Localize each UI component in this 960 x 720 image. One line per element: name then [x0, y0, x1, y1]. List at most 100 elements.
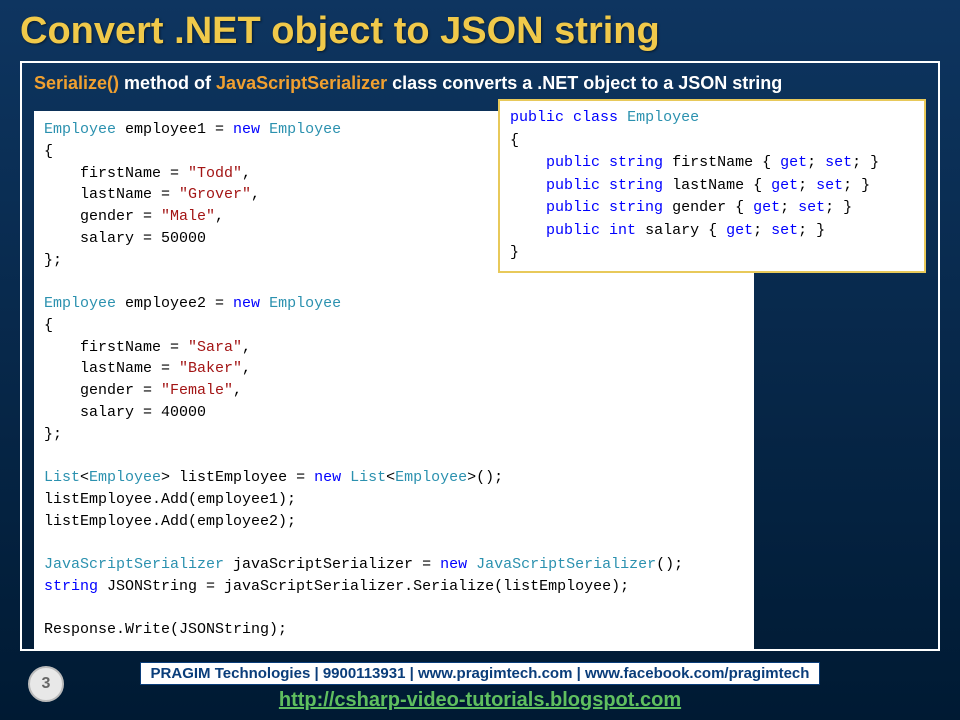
- code-token: set: [798, 199, 825, 216]
- code-token: Employee: [269, 121, 341, 138]
- code-token: "Male": [161, 208, 215, 225]
- code-token: salary = 40000: [44, 404, 206, 421]
- code-token: listEmployee.Add(employee1);: [44, 491, 296, 508]
- subtitle-seg1: Serialize(): [34, 73, 119, 93]
- code-token: ,: [242, 339, 251, 356]
- code-token: public: [546, 199, 600, 216]
- code-token: [600, 177, 609, 194]
- code-token: ,: [242, 165, 251, 182]
- code-token: string: [609, 199, 663, 216]
- code-token: [600, 222, 609, 239]
- code-token: public: [510, 109, 564, 126]
- code-token: [467, 556, 476, 573]
- footer-link[interactable]: http://csharp-video-tutorials.blogspot.c…: [279, 689, 681, 711]
- code-token: "Todd": [188, 165, 242, 182]
- code-token: Employee: [44, 121, 116, 138]
- subtitle-seg4: class converts a .NET object to a JSON s…: [387, 73, 782, 93]
- code-token: string: [609, 177, 663, 194]
- subtitle: Serialize() method of JavaScriptSerializ…: [34, 73, 926, 94]
- subtitle-seg3: JavaScriptSerializer: [216, 73, 387, 93]
- code-token: };: [44, 252, 62, 269]
- code-token: string: [609, 154, 663, 171]
- code-token: lastName =: [44, 186, 179, 203]
- subtitle-seg2: method of: [119, 73, 216, 93]
- code-token: JSONString = javaScriptSerializer.Serial…: [98, 578, 629, 595]
- code-token: Employee: [395, 469, 467, 486]
- code-token: ,: [242, 360, 251, 377]
- code-token: [341, 469, 350, 486]
- code-token: listEmployee.Add(employee2);: [44, 513, 296, 530]
- code-token: {: [44, 317, 53, 334]
- code-token: "Grover": [179, 186, 251, 203]
- code-block-class: public class Employee { public string fi…: [498, 99, 926, 273]
- code-token: set: [825, 154, 852, 171]
- code-token: ;: [798, 177, 816, 194]
- code-token: [510, 222, 546, 239]
- code-token: lastName =: [44, 360, 179, 377]
- code-token: JavaScriptSerializer: [44, 556, 224, 573]
- code-token: get: [771, 177, 798, 194]
- code-token: [618, 109, 627, 126]
- code-token: javaScriptSerializer =: [224, 556, 440, 573]
- code-token: <: [386, 469, 395, 486]
- code-token: new: [233, 295, 260, 312]
- code-token: get: [726, 222, 753, 239]
- code-token: Employee: [89, 469, 161, 486]
- code-token: get: [753, 199, 780, 216]
- code-token: public: [546, 222, 600, 239]
- code-token: [510, 177, 546, 194]
- code-token: ;: [807, 154, 825, 171]
- code-token: lastName {: [663, 177, 771, 194]
- code-token: ; }: [843, 177, 870, 194]
- code-token: set: [816, 177, 843, 194]
- code-token: Employee: [44, 295, 116, 312]
- footer-info: PRAGIM Technologies | 9900113931 | www.p…: [140, 662, 821, 685]
- code-token: [260, 121, 269, 138]
- code-token: employee1 =: [116, 121, 233, 138]
- code-token: firstName =: [44, 339, 188, 356]
- code-token: firstName =: [44, 165, 188, 182]
- code-token: List: [44, 469, 80, 486]
- code-token: [510, 199, 546, 216]
- code-token: int: [609, 222, 636, 239]
- code-token: salary {: [636, 222, 726, 239]
- code-token: new: [440, 556, 467, 573]
- code-token: firstName {: [663, 154, 780, 171]
- code-token: ; }: [852, 154, 879, 171]
- code-token: ; }: [825, 199, 852, 216]
- footer: PRAGIM Technologies | 9900113931 | www.p…: [0, 662, 960, 712]
- code-token: {: [510, 132, 519, 149]
- code-token: };: [44, 426, 62, 443]
- code-token: "Sara": [188, 339, 242, 356]
- code-token: Employee: [269, 295, 341, 312]
- code-token: ,: [233, 382, 242, 399]
- code-token: class: [573, 109, 618, 126]
- code-token: new: [233, 121, 260, 138]
- code-token: Response.Write(JSONString);: [44, 621, 287, 638]
- code-token: ();: [656, 556, 683, 573]
- code-token: public: [546, 177, 600, 194]
- code-token: ,: [215, 208, 224, 225]
- code-token: List: [350, 469, 386, 486]
- code-token: gender =: [44, 208, 161, 225]
- code-token: employee2 =: [116, 295, 233, 312]
- code-token: ,: [251, 186, 260, 203]
- code-token: Employee: [627, 109, 699, 126]
- code-token: gender {: [663, 199, 753, 216]
- code-token: gender =: [44, 382, 161, 399]
- content-box: Serialize() method of JavaScriptSerializ…: [20, 61, 940, 651]
- code-token: [510, 154, 546, 171]
- code-token: > listEmployee =: [161, 469, 314, 486]
- slide-title: Convert .NET object to JSON string: [0, 0, 960, 61]
- code-token: [564, 109, 573, 126]
- code-token: [600, 199, 609, 216]
- code-token: "Baker": [179, 360, 242, 377]
- code-token: ;: [753, 222, 771, 239]
- code-token: set: [771, 222, 798, 239]
- code-token: get: [780, 154, 807, 171]
- code-token: ; }: [798, 222, 825, 239]
- code-token: [260, 295, 269, 312]
- code-token: }: [510, 244, 519, 261]
- code-token: public: [546, 154, 600, 171]
- code-token: "Female": [161, 382, 233, 399]
